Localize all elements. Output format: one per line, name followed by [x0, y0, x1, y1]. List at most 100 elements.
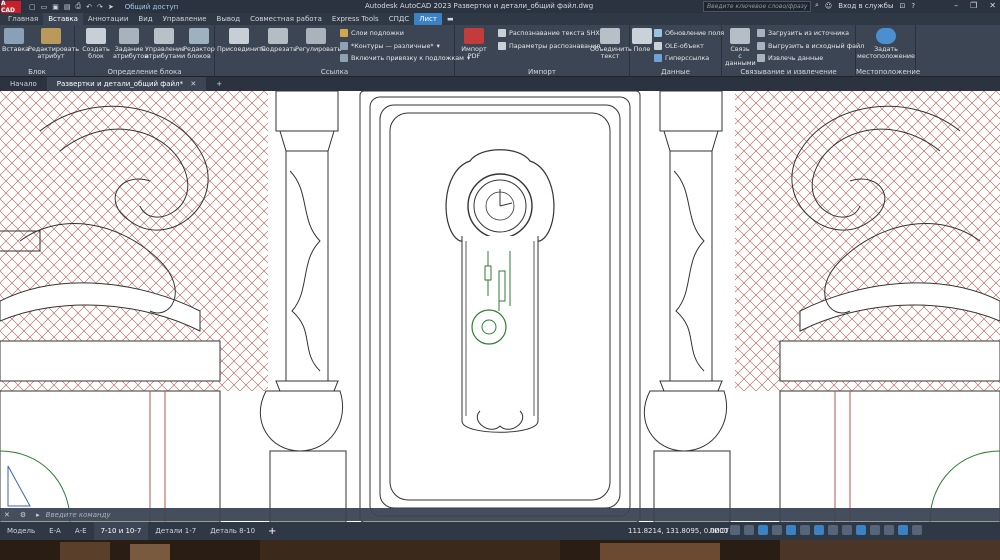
create-block-button[interactable]: Создать блок [81, 28, 111, 60]
layout-tab-detail-8-10[interactable]: Деталь 8-10 [203, 522, 262, 540]
field-button[interactable]: Поле [631, 28, 653, 53]
set-location-button[interactable]: Задать местоположение [856, 28, 916, 60]
close-icon[interactable]: ✕ [190, 80, 196, 88]
snap-mode-icon[interactable] [744, 525, 754, 535]
tab-annotate[interactable]: Аннотации [83, 13, 133, 25]
search-input[interactable]: Введите ключевое слово/фразу [703, 1, 811, 12]
plot-icon[interactable]: ⎙ [76, 2, 82, 11]
isolate-icon[interactable] [884, 525, 894, 535]
share-button[interactable]: Общий доступ [125, 3, 179, 11]
wrench-icon[interactable]: ⚙ [20, 511, 26, 519]
add-layout-button[interactable]: + [268, 526, 276, 537]
frames-icon [340, 42, 348, 50]
reference-group-label[interactable]: Ссылка [215, 68, 454, 76]
shx-recognition-button[interactable]: Распознавание текста SHX [498, 29, 600, 37]
load-from-source-button[interactable]: Загрузить из источника [757, 29, 849, 37]
tab-manage[interactable]: Управление [158, 13, 212, 25]
help-icon[interactable]: ? [911, 2, 915, 10]
ribbon-tabs: Главная Вставка Аннотации Вид Управление… [0, 13, 1000, 25]
attach-button[interactable]: Присоединить [217, 28, 266, 53]
combine-text-button[interactable]: Объединить текст [590, 28, 632, 60]
layout-tab-a-e[interactable]: А-Е [68, 522, 94, 540]
import-pdf-button[interactable]: Импорт PDF [458, 28, 490, 60]
globe-icon [876, 28, 896, 44]
frames-dropdown[interactable]: *Контуры — различные* ▾ [340, 42, 440, 50]
create-block-icon [86, 28, 106, 44]
tab-sheet[interactable]: Лист [414, 13, 442, 25]
tab-collaborate[interactable]: Совместная работа [245, 13, 327, 25]
layout-tab-e-a[interactable]: Е-А [42, 522, 68, 540]
share-icon[interactable]: ➤ [108, 3, 114, 11]
define-attributes-button[interactable]: Задание атрибутов [113, 28, 148, 60]
command-line[interactable]: ✕ ⚙ ▸ Введите команду [0, 508, 1000, 521]
underlay-layers-button[interactable]: Слои подложки [340, 29, 404, 37]
recognition-settings-button[interactable]: Параметры распознавания [498, 42, 600, 50]
tab-home[interactable]: Главная [3, 13, 43, 25]
edit-attribute-button[interactable]: Редактировать атрибут [28, 28, 79, 60]
layout-tab-7-10[interactable]: 7-10 и 10-7 [93, 522, 149, 540]
command-input[interactable]: Введите команду [46, 511, 111, 519]
location-group: Задать местоположение Местоположение [856, 25, 920, 77]
block-editor-button[interactable]: Редактор блоков [183, 28, 215, 60]
data-link-icon [730, 28, 750, 44]
customize-icon[interactable] [912, 525, 922, 535]
upload-to-source-button[interactable]: Выгрузить в исходный файл [757, 42, 864, 50]
ole-object-button[interactable]: OLE-объект [654, 42, 704, 50]
grid-icon[interactable] [730, 525, 740, 535]
block-group-label[interactable]: Блок [0, 68, 74, 76]
polar-icon[interactable] [772, 525, 782, 535]
lineweight-icon[interactable] [800, 525, 810, 535]
binoculars-icon[interactable]: ⌕ [815, 1, 819, 10]
tab-spds[interactable]: СПДС [384, 13, 415, 25]
tab-insert[interactable]: Вставка [43, 13, 83, 25]
save-icon[interactable]: ▣ [52, 3, 59, 11]
fullscreen-icon[interactable] [898, 525, 908, 535]
redo-icon[interactable]: ↷ [97, 3, 103, 11]
undo-icon[interactable]: ↶ [86, 3, 92, 11]
adjust-button[interactable]: Регулировать [295, 28, 341, 53]
data-link-button[interactable]: Связь с данными [725, 28, 756, 67]
transparency-icon[interactable] [814, 525, 824, 535]
ole-icon [654, 42, 662, 50]
insert-block-button[interactable]: Вставка [2, 28, 29, 53]
start-tab[interactable]: Начало [0, 77, 47, 91]
restore-icon[interactable]: ❐ [970, 1, 977, 10]
autocad-logo-icon[interactable]: A CAD [1, 0, 21, 14]
cart-icon[interactable]: ⊡ [900, 2, 906, 10]
layout-tab-details-1-7[interactable]: Детали 1-7 [148, 522, 203, 540]
tab-output[interactable]: Вывод [212, 13, 246, 25]
close-icon[interactable]: ✕ [989, 1, 996, 10]
update-fields-button[interactable]: Обновление поля [654, 29, 724, 37]
extract-data-button[interactable]: Извлечь данные [757, 54, 823, 62]
open-folder-icon[interactable]: ▭ [41, 3, 48, 11]
plus-icon[interactable] [870, 525, 880, 535]
user-icon[interactable]: ☺ [825, 2, 832, 10]
selection-cycling-icon[interactable] [828, 525, 838, 535]
tab-view[interactable]: Вид [133, 13, 157, 25]
edit-attribute-icon [41, 28, 61, 44]
new-tab-button[interactable]: + [206, 77, 232, 91]
close-icon[interactable]: ✕ [4, 511, 10, 519]
ortho-icon[interactable] [758, 525, 768, 535]
annotation-scale-icon[interactable] [842, 525, 852, 535]
ribbon-toggle-icon[interactable]: ▬ [442, 13, 459, 25]
tab-express-tools[interactable]: Express Tools [327, 13, 384, 25]
hyperlink-button[interactable]: Гиперссылка [654, 54, 709, 62]
pdf-icon [464, 28, 484, 44]
signin-button[interactable]: Вход в службы [838, 2, 893, 10]
minimize-icon[interactable]: – [954, 1, 958, 10]
taskbar-photo [0, 540, 1000, 560]
clip-button[interactable]: Подрезать [261, 28, 297, 53]
snap-underlay-dropdown[interactable]: Включить привязку к подложкам ▾ [340, 54, 470, 62]
shx-icon [498, 29, 506, 37]
drawing-canvas[interactable] [0, 91, 1000, 522]
manage-attributes-button[interactable]: Управление атрибутами [145, 28, 185, 60]
space-mode-button[interactable]: ЛИСТ [709, 527, 729, 535]
new-file-icon[interactable]: ▢ [29, 3, 36, 11]
save-as-icon[interactable]: ▤ [64, 3, 71, 11]
file-tab[interactable]: Развертки и детали_общий файл* ✕ [46, 77, 207, 91]
layout-tab-model[interactable]: Модель [0, 522, 42, 540]
osnap-icon[interactable] [786, 525, 796, 535]
block-definition-label[interactable]: Определение блока [75, 68, 214, 76]
workspace-icon[interactable] [856, 525, 866, 535]
